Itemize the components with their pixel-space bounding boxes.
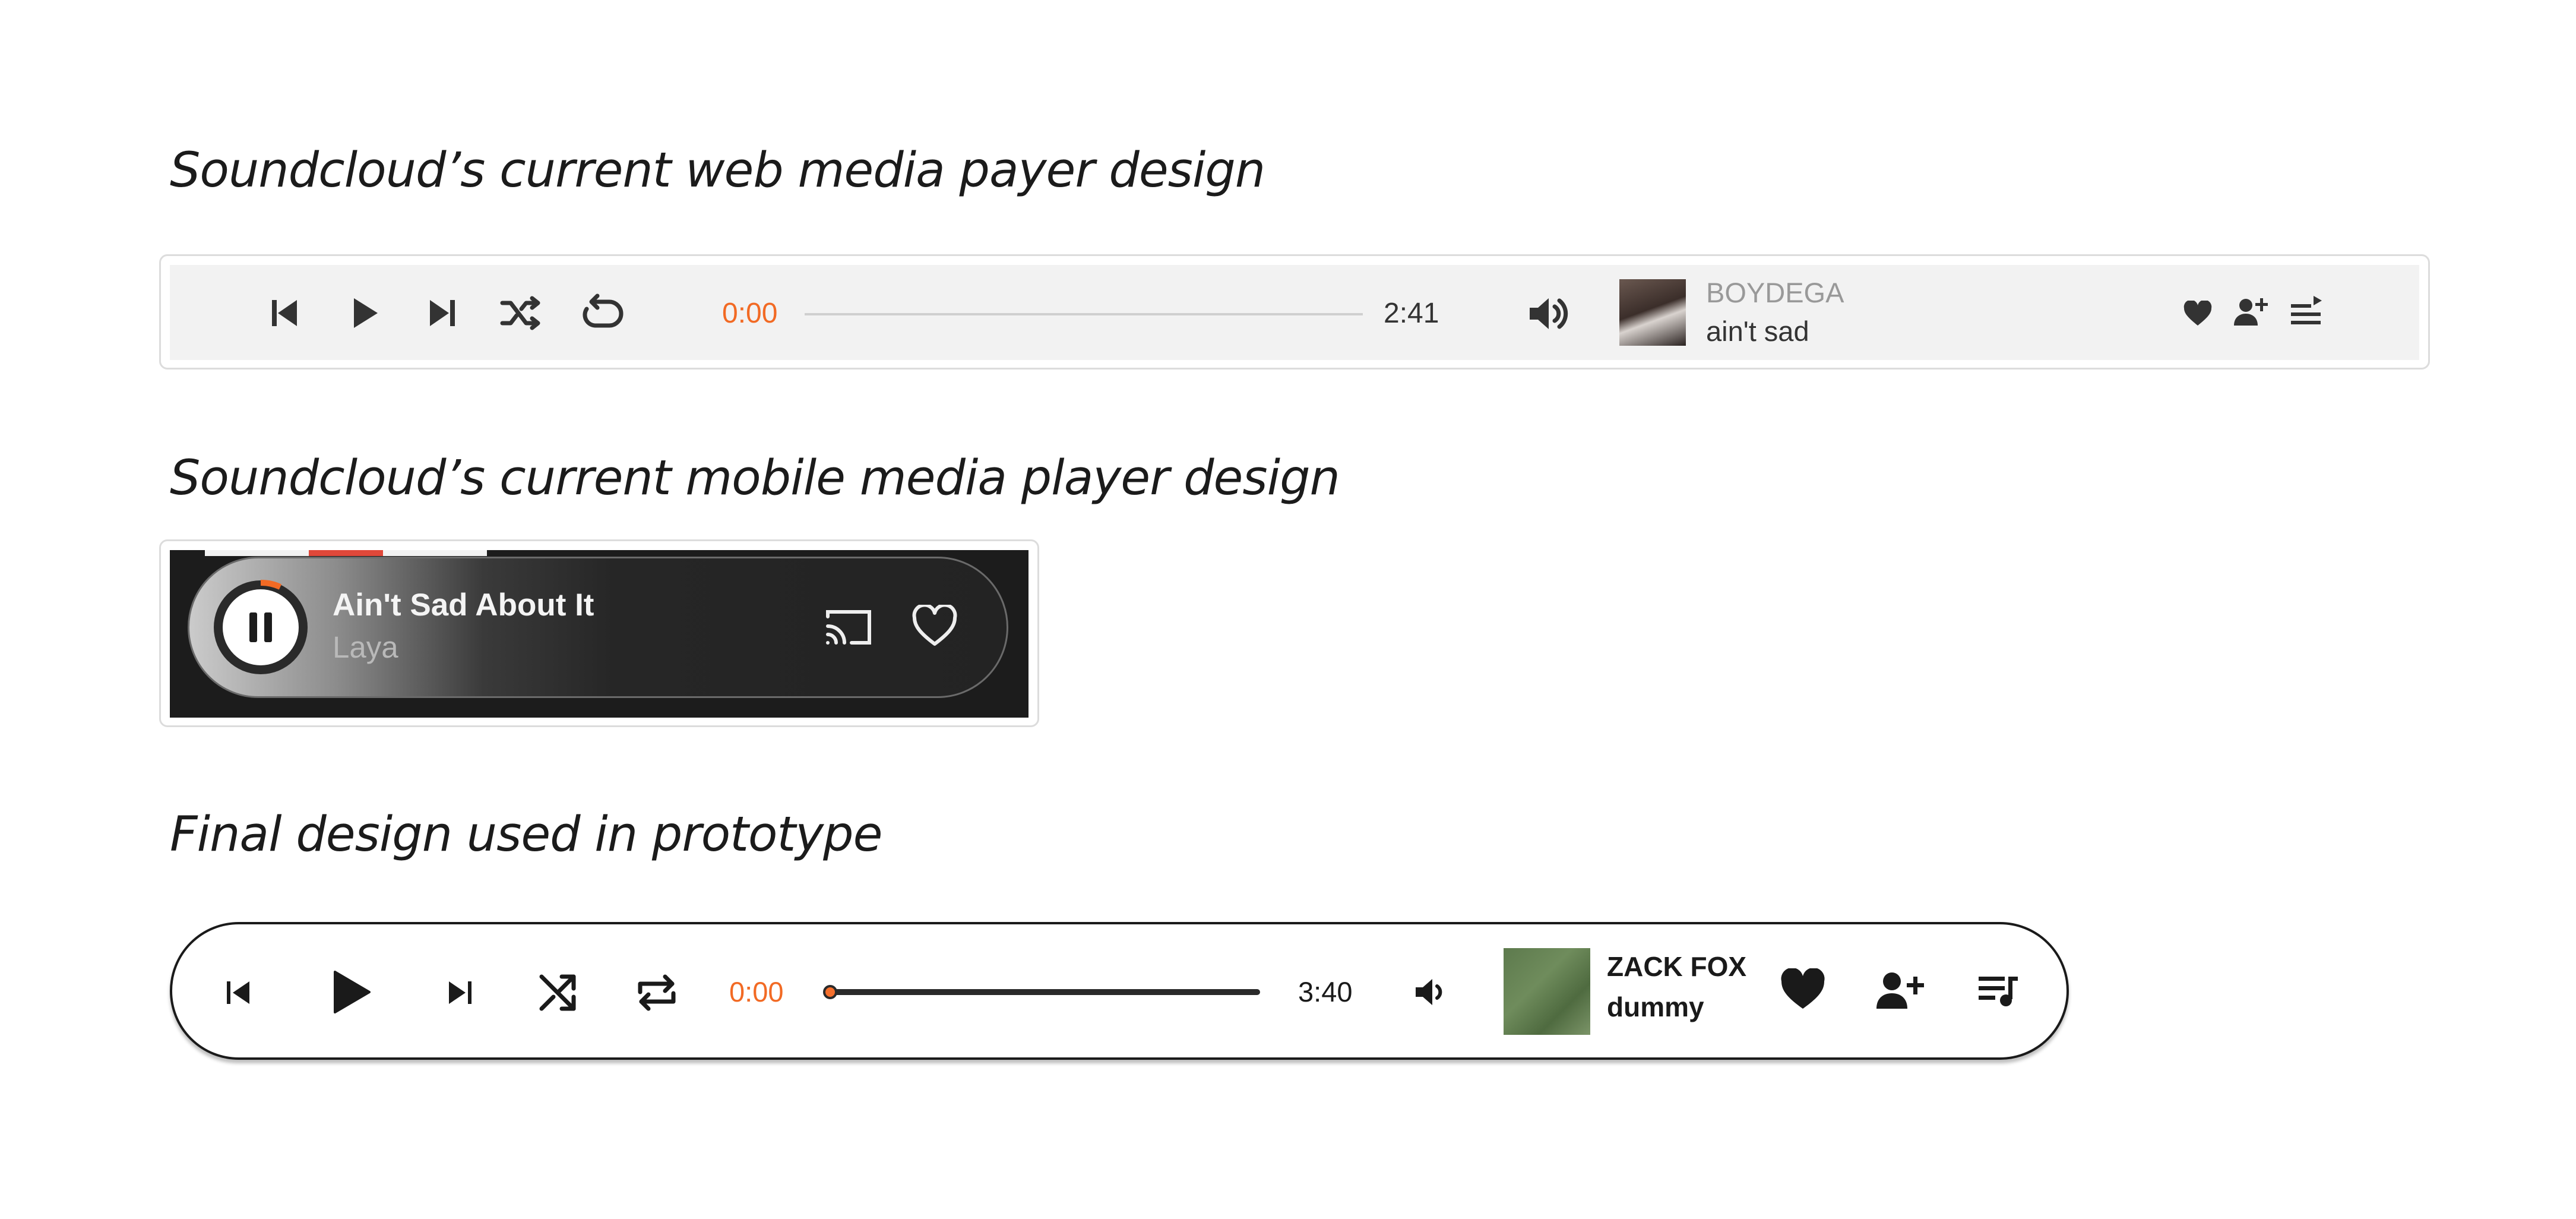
repeat-icon[interactable] [581,293,624,331]
final-player-heading: Final design used in prototype [170,807,882,863]
web-player-heading: Soundcloud’s current web media payer des… [170,143,1265,198]
mobile-mini-player[interactable] [188,557,1008,698]
volume-icon[interactable] [1413,977,1449,1008]
pause-button[interactable] [211,578,310,677]
web-current-time: 0:00 [722,298,778,329]
shuffle-icon[interactable] [500,296,543,330]
shuffle-icon[interactable] [538,973,577,1012]
final-track-title[interactable]: dummy [1607,991,1704,1023]
mobile-player-heading: Soundcloud’s current mobile media player… [170,450,1340,506]
volume-icon[interactable] [1527,295,1572,333]
web-progress-track[interactable] [805,313,1363,315]
queue-icon[interactable] [2289,293,2324,329]
web-album-art[interactable] [1619,279,1686,346]
play-icon[interactable] [353,297,379,329]
repeat-icon[interactable] [635,972,678,1013]
skip-back-icon[interactable] [271,298,298,328]
final-progress-track[interactable] [830,989,1260,995]
follow-icon[interactable] [2233,295,2270,328]
play-icon[interactable] [333,969,372,1015]
mobile-track-title: Ain't Sad About It [333,588,594,623]
skip-back-icon[interactable] [224,979,252,1006]
final-artist-name[interactable]: ZACK FOX [1607,950,1746,983]
mobile-top-strip-accent [309,550,383,556]
final-album-art[interactable] [1504,948,1590,1035]
final-duration: 3:40 [1298,976,1353,1008]
heart-icon[interactable] [2183,301,2213,327]
heart-icon[interactable] [911,605,958,648]
web-duration: 2:41 [1384,298,1439,329]
skip-forward-icon[interactable] [429,298,456,328]
web-track-title[interactable]: ain't sad [1706,315,1809,348]
cast-icon[interactable] [825,607,872,646]
final-current-time: 0:00 [729,976,784,1008]
follow-icon[interactable] [1875,969,1925,1010]
heart-icon[interactable] [1779,968,1827,1011]
skip-forward-icon[interactable] [447,979,474,1006]
final-progress-handle[interactable] [823,985,837,999]
mobile-artist-name: Laya [333,630,398,664]
web-artist-name[interactable]: BOYDEGA [1706,277,1844,309]
queue-icon[interactable] [1976,973,2019,1009]
